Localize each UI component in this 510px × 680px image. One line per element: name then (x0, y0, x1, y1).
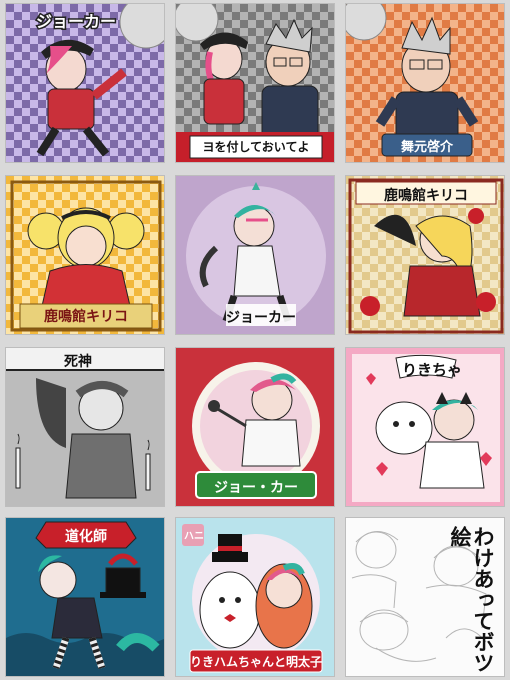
sticker-joker-red[interactable]: ジョー・カー (175, 347, 335, 507)
sticker-kiriko-rose[interactable]: 鹿鳴館キリコ (345, 175, 505, 335)
sticker-joker-pink[interactable]: ジョーカー (175, 175, 335, 335)
sticker-art (6, 348, 164, 506)
sticker-title: りきハムちゃんと明太子 (190, 655, 323, 669)
sticker-shinigami-gray[interactable]: 死神 (5, 347, 165, 507)
sketch-caption: わけあってボツ絵 (448, 526, 495, 673)
sticker-maimoto-orange[interactable]: 舞元啓介 (345, 3, 505, 163)
sticker-tag: ハニ (184, 531, 204, 542)
sticker-title: ジョーカー (226, 310, 296, 326)
sticker-rejected-sketch[interactable]: わけあってボツ絵 (345, 517, 505, 677)
sticker-hamster-mentaiko[interactable]: ハニ りきハムちゃんと明太子 (175, 517, 335, 677)
sticker-title: りきちゃ (402, 361, 463, 379)
sticker-title: ヨを付しておいてよ (202, 140, 310, 154)
sticker-title: ジョー・カー (214, 480, 298, 496)
sticker-duo-gray[interactable]: ヨを付しておいてよ (175, 3, 335, 163)
sticker-title: 道化師 (65, 529, 107, 545)
sticker-title: 鹿鳴館キリコ (384, 188, 468, 204)
sticker-clown-blue[interactable]: 道化師 (5, 517, 165, 677)
sticker-grid: ジョーカー ヨを付しておいてよ 舞元啓介 鹿鳴館キリコ ジョーカー 鹿鳴館キリコ… (0, 0, 510, 680)
sticker-title: 死神 (64, 354, 92, 370)
sticker-title: 舞元啓介 (400, 140, 453, 155)
sticker-kiriko-gold[interactable]: 鹿鳴館キリコ (5, 175, 165, 335)
sticker-joker-purple[interactable]: ジョーカー (5, 3, 165, 163)
sticker-rikicha-pink[interactable]: りきちゃ (345, 347, 505, 507)
sticker-title: ジョーカー (34, 11, 117, 33)
sticker-title: 鹿鳴館キリコ (44, 309, 128, 325)
